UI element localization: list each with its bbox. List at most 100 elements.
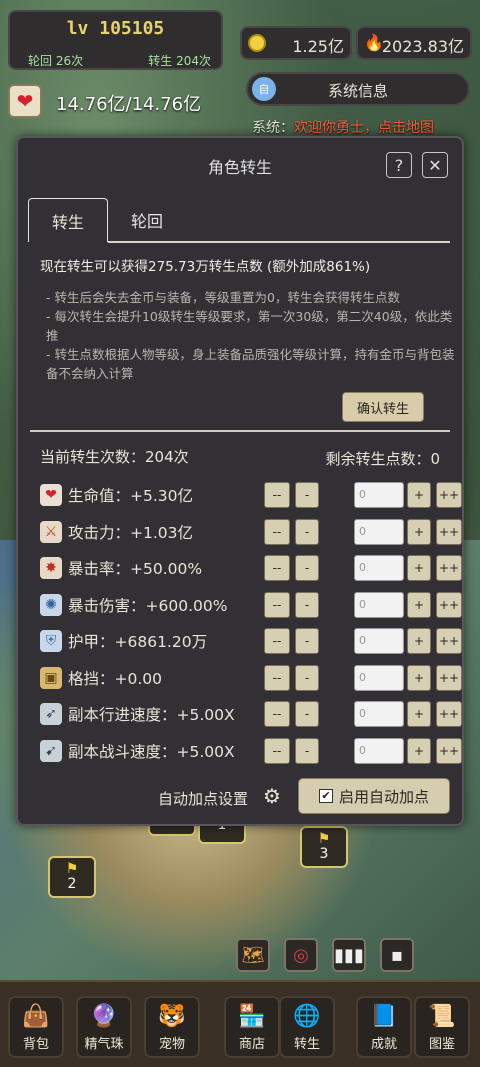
increase-many-button[interactable]: ++ [436, 482, 462, 508]
stat-controls: -- - 0 + ++ [264, 664, 462, 691]
stat-label-march-speed: 副本行进速度：+5.00X [68, 706, 235, 724]
points-input[interactable]: 0 [354, 628, 404, 654]
enable-auto-allocate-button[interactable]: ✔ 启用自动加点 [298, 778, 450, 814]
increase-many-button[interactable]: ++ [436, 518, 462, 545]
battle-speed-icon: ➹ [40, 739, 62, 762]
stat-controls: -- - 0 + ++ [264, 518, 462, 545]
close-button[interactable]: ✕ [422, 152, 448, 178]
heart-icon: ❤ [40, 484, 62, 506]
auto-allocate-checkbox[interactable]: ✔ [318, 789, 333, 803]
card-button[interactable]: ▪ [380, 938, 414, 972]
achievement-icon: 📘 [370, 1004, 398, 1029]
nav-rebirth-button[interactable]: 🌐 转生 [279, 996, 335, 1058]
decrease-button[interactable]: - [295, 737, 319, 764]
map-flag-2[interactable]: ⚑ 2 [48, 856, 96, 898]
stat-controls: -- - 0 + ++ [264, 737, 462, 764]
points-input[interactable]: 0 [354, 737, 404, 764]
decrease-button[interactable]: - [295, 591, 319, 618]
increase-many-button[interactable]: ++ [436, 701, 462, 727]
character-map-button[interactable]: 🗺 [236, 938, 270, 972]
decrease-many-button[interactable]: -- [264, 701, 290, 727]
portal-button[interactable]: ◎ [284, 938, 318, 972]
march-speed-icon: ➶ [40, 703, 62, 725]
points-input[interactable]: 0 [354, 482, 404, 508]
nav-pet-button[interactable]: 🐯 宠物 [144, 996, 200, 1058]
crit-damage-icon: ✺ [40, 593, 62, 616]
nav-label: 转生 [293, 1037, 320, 1052]
points-input[interactable]: 0 [354, 518, 404, 545]
stat-controls: -- - 0 + ++ [264, 701, 462, 727]
sword-icon: ⚔ [40, 520, 62, 543]
increase-button[interactable]: + [407, 591, 431, 618]
decrease-many-button[interactable]: -- [264, 482, 290, 508]
map-flag-3[interactable]: ⚑ 3 [300, 826, 348, 868]
confirm-rebirth-button[interactable]: 确认转生 [342, 392, 424, 422]
auto-allocate-settings-label: 自动加点设置 [158, 790, 249, 808]
increase-button[interactable]: + [407, 555, 431, 581]
nav-label: 成就 [370, 1037, 397, 1052]
reincarnation-count: 轮回 26次 [28, 54, 84, 68]
decrease-button[interactable]: - [295, 555, 319, 581]
tab-rebirth[interactable]: 转生 [28, 198, 108, 242]
decrease-many-button[interactable]: -- [264, 664, 290, 691]
increase-button[interactable]: + [407, 737, 431, 764]
system-info-button[interactable]: 自 系统信息 [246, 72, 470, 106]
level-text: lv 105105 [66, 18, 165, 39]
decrease-many-button[interactable]: -- [264, 628, 290, 654]
increase-button[interactable]: + [407, 518, 431, 545]
increase-button[interactable]: + [407, 482, 431, 508]
decrease-button[interactable]: - [295, 518, 319, 545]
stats-chart-button[interactable]: ▮▮▮ [332, 938, 366, 972]
decrease-many-button[interactable]: -- [264, 591, 290, 618]
stat-label-crit-rate: 暴击率：+50.00% [68, 560, 203, 578]
spirit-orb-icon: 🔮 [90, 1004, 118, 1029]
points-input[interactable]: 0 [354, 701, 404, 727]
codex-icon: 📜 [428, 1004, 456, 1029]
increase-many-button[interactable]: ++ [436, 737, 462, 764]
stat-row-hp: ❤ 生命值：+5.30亿 -- - 0 + ++ [40, 480, 462, 510]
tab-reincarnation[interactable]: 轮回 [112, 198, 182, 242]
nav-bag-button[interactable]: 👜 背包 [8, 996, 64, 1058]
increase-many-button[interactable]: ++ [436, 555, 462, 581]
increase-many-button[interactable]: ++ [436, 591, 462, 618]
stat-row-crit-damage: ✺ 暴击伤害：+600.00% -- - 0 + ++ [40, 590, 462, 620]
stat-controls: -- - 0 + ++ [264, 555, 462, 581]
fire-icon: 🔥 [364, 33, 384, 52]
decrease-many-button[interactable]: -- [264, 737, 290, 764]
nav-achievement-button[interactable]: 📘 成就 [356, 996, 412, 1058]
level-panel: lv 105105 轮回 26次 转生 204次 [8, 10, 223, 70]
decrease-many-button[interactable]: -- [264, 555, 290, 581]
decrease-button[interactable]: - [295, 628, 319, 654]
nav-spirit-orb-button[interactable]: 🔮 精气珠 [76, 996, 132, 1058]
points-input[interactable]: 0 [354, 664, 404, 691]
block-icon: ▣ [40, 666, 62, 689]
points-input[interactable]: 0 [354, 591, 404, 618]
nav-label: 精气珠 [84, 1037, 124, 1052]
nav-codex-button[interactable]: 📜 图鉴 [414, 996, 470, 1058]
rebirth-dialog: 角色转生 ? ✕ 转生 轮回 现在转生可以获得275.73万转生点数 (额外加成… [16, 136, 464, 826]
note-2: - 每次转生会提升10级转生等级要求，第一次30级，第二次40级，依此类推 [46, 309, 453, 343]
auto-allocate-label: 启用自动加点 [338, 787, 429, 806]
decrease-button[interactable]: - [295, 664, 319, 691]
stat-controls: -- - 0 + ++ [264, 591, 462, 618]
heart-icon: ❤ [8, 84, 42, 118]
fire-counter: 🔥 2023.83亿 [356, 26, 472, 60]
gear-icon[interactable]: ⚙ [263, 784, 281, 808]
decrease-many-button[interactable]: -- [264, 518, 290, 545]
help-button[interactable]: ? [386, 152, 412, 178]
armor-icon: ⛨ [40, 630, 62, 652]
increase-button[interactable]: + [407, 628, 431, 654]
note-1: - 转生后会失去金币与装备，等级重置为0，转生会获得转生点数 [46, 290, 400, 305]
increase-button[interactable]: + [407, 701, 431, 727]
rebirth-icon: 🌐 [293, 1004, 321, 1029]
points-input[interactable]: 0 [354, 555, 404, 581]
increase-button[interactable]: + [407, 664, 431, 691]
increase-many-button[interactable]: ++ [436, 664, 462, 691]
stat-label-armor: 护甲：+6861.20万 [68, 633, 208, 651]
decrease-button[interactable]: - [295, 701, 319, 727]
decrease-button[interactable]: - [295, 482, 319, 508]
note-3: - 转生点数根据人物等级，身上装备品质强化等级计算，持有金币与背包装备不会纳入计… [46, 347, 455, 381]
gold-coin-icon [248, 34, 266, 52]
nav-shop-button[interactable]: 🏪 商店 [224, 996, 280, 1058]
increase-many-button[interactable]: ++ [436, 628, 462, 654]
